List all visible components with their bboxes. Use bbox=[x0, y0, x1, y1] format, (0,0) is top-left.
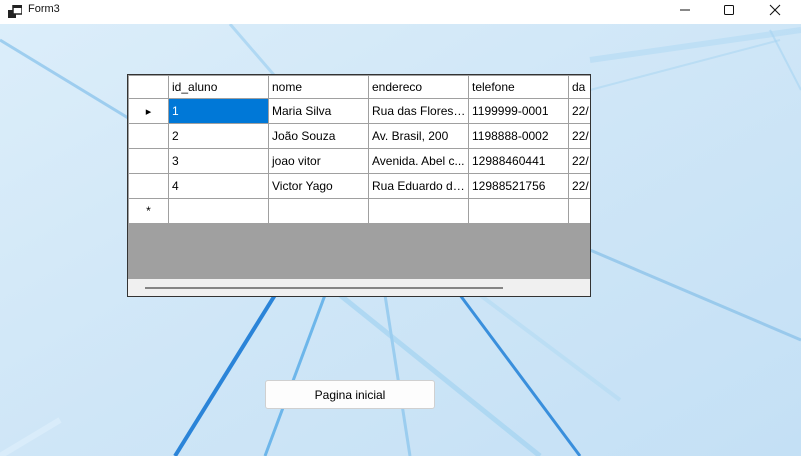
cell-telefone[interactable]: 12988521756 bbox=[468, 173, 569, 199]
new-row-header[interactable]: * bbox=[128, 198, 169, 224]
pagina-inicial-button[interactable]: Pagina inicial bbox=[265, 380, 435, 409]
row-header[interactable] bbox=[128, 123, 169, 149]
new-cell[interactable] bbox=[268, 198, 369, 224]
table-row[interactable]: 4 Victor Yago Rua Eduardo da... 12988521… bbox=[128, 173, 590, 199]
row-header[interactable]: ▸ bbox=[128, 98, 169, 124]
form-app-icon bbox=[8, 5, 22, 18]
grid-table: id_aluno nome endereco telefone da ▸ 1 M… bbox=[128, 75, 590, 224]
cell-endereco[interactable]: Rua Eduardo da... bbox=[368, 173, 469, 199]
cell-id-aluno[interactable]: 1 bbox=[168, 98, 269, 124]
table-row[interactable]: ▸ 1 Maria Silva Rua das Flores, ... 1199… bbox=[128, 98, 590, 124]
maximize-icon bbox=[724, 5, 734, 15]
cell-endereco[interactable]: Rua das Flores, ... bbox=[368, 98, 469, 124]
cell-nome[interactable]: joao vitor bbox=[268, 148, 369, 174]
title-bar[interactable]: Form3 bbox=[0, 0, 801, 24]
cell-endereco[interactable]: Avenida. Abel c... bbox=[368, 148, 469, 174]
cell-nome[interactable]: João Souza bbox=[268, 123, 369, 149]
new-cell[interactable] bbox=[368, 198, 469, 224]
close-icon bbox=[769, 4, 781, 16]
column-header-telefone[interactable]: telefone bbox=[468, 75, 569, 99]
grid-header-row: id_aluno nome endereco telefone da bbox=[128, 75, 590, 99]
cell-data[interactable]: 22/ bbox=[568, 98, 590, 124]
cell-id-aluno[interactable]: 3 bbox=[168, 148, 269, 174]
cell-id-aluno[interactable]: 2 bbox=[168, 123, 269, 149]
cell-data[interactable]: 22/ bbox=[568, 173, 590, 199]
current-row-arrow-icon: ▸ bbox=[145, 106, 152, 118]
new-row-asterisk-icon: * bbox=[146, 204, 151, 218]
minimize-button[interactable] bbox=[662, 0, 708, 20]
cell-endereco[interactable]: Av. Brasil, 200 bbox=[368, 123, 469, 149]
horizontal-scrollbar[interactable] bbox=[128, 279, 590, 296]
form3-window: Form3 id_aluno nome endereco telefone da… bbox=[0, 0, 801, 456]
cell-telefone[interactable]: 12988460441 bbox=[468, 148, 569, 174]
maximize-button[interactable] bbox=[706, 0, 752, 20]
new-cell[interactable] bbox=[168, 198, 269, 224]
scrollbar-thumb[interactable] bbox=[145, 287, 503, 289]
table-row[interactable]: 3 joao vitor Avenida. Abel c... 12988460… bbox=[128, 148, 590, 174]
window-title: Form3 bbox=[28, 3, 60, 15]
table-row[interactable]: 2 João Souza Av. Brasil, 200 1198888-000… bbox=[128, 123, 590, 149]
new-cell[interactable] bbox=[468, 198, 569, 224]
cell-telefone[interactable]: 1199999-0001 bbox=[468, 98, 569, 124]
cell-data[interactable]: 22/ bbox=[568, 148, 590, 174]
new-row[interactable]: * bbox=[128, 198, 590, 224]
cell-nome[interactable]: Victor Yago bbox=[268, 173, 369, 199]
row-header[interactable] bbox=[128, 173, 169, 199]
column-header-data[interactable]: da bbox=[568, 75, 590, 99]
grid-corner-header[interactable] bbox=[128, 75, 169, 99]
new-cell[interactable] bbox=[568, 198, 590, 224]
cell-telefone[interactable]: 1198888-0002 bbox=[468, 123, 569, 149]
row-header[interactable] bbox=[128, 148, 169, 174]
cell-id-aluno[interactable]: 4 bbox=[168, 173, 269, 199]
column-header-nome[interactable]: nome bbox=[268, 75, 369, 99]
column-header-endereco[interactable]: endereco bbox=[368, 75, 469, 99]
close-button[interactable] bbox=[752, 0, 798, 20]
cell-data[interactable]: 22/ bbox=[568, 123, 590, 149]
minimize-icon bbox=[680, 9, 690, 11]
cell-nome[interactable]: Maria Silva bbox=[268, 98, 369, 124]
column-header-id-aluno[interactable]: id_aluno bbox=[168, 75, 269, 99]
students-data-grid[interactable]: id_aluno nome endereco telefone da ▸ 1 M… bbox=[127, 74, 591, 297]
